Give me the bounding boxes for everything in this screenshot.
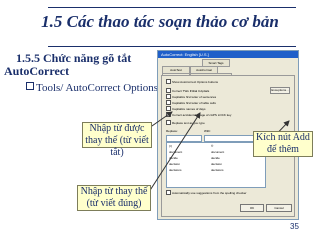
section-heading-line2: AutoCorrect <box>4 64 70 78</box>
checkbox-icon <box>166 79 171 84</box>
replace-label: Replace: <box>166 129 178 133</box>
ok-button[interactable]: OK <box>240 204 264 212</box>
dialog-titlebar: AutoCorrect: English [U.S.] <box>158 51 298 58</box>
option-replace-text[interactable]: Replace text as you type <box>166 120 205 125</box>
callout-add-button: Kích nút Add để thêm <box>253 131 313 157</box>
option-capitalize-sentences[interactable]: Capitalize first letter of sentences <box>166 94 216 99</box>
list-item[interactable]: decisions decisions <box>167 167 265 173</box>
square-bullet-icon <box>26 82 34 90</box>
option-show-buttons[interactable]: Show AutoCorrect Options buttons <box>166 79 218 84</box>
exceptions-button[interactable]: Exceptions... <box>270 87 290 94</box>
checkbox-icon <box>166 190 171 195</box>
bullet-text: Tools/ AutoCorrect Options <box>36 82 159 94</box>
checkbox-icon <box>166 100 171 105</box>
option-caps-lock[interactable]: Correct accidental usage of cAPS LOCK ke… <box>166 112 231 117</box>
option-capitalize-days[interactable]: Capitalize names of days <box>166 106 206 111</box>
option-spelling-suggestions[interactable]: Automatically use suggestions from the s… <box>166 190 247 195</box>
cancel-button[interactable]: Cancel <box>266 204 292 212</box>
with-label: With: <box>204 129 211 133</box>
checkbox-icon <box>166 112 171 117</box>
autocorrect-list[interactable]: (r) ® document document decide decide decis… <box>166 142 266 188</box>
callout-replacement-text: Nhập từ thay thế (từ viết đúng) <box>77 185 151 211</box>
slide-title: 1.5 Các thao tác soạn thảo cơ bản <box>41 12 279 31</box>
option-capitalize-table-cells[interactable]: Capitalize first letter of table cells <box>166 100 216 105</box>
page-number: 35 <box>290 222 299 231</box>
bullet-item: Tools/ AutoCorrect Options <box>26 82 158 94</box>
checkbox-icon <box>166 88 171 93</box>
checkbox-icon <box>166 106 171 111</box>
title-top-rule <box>48 7 296 8</box>
callout-typed-text: Nhập từ được thay thế (từ viết tắt) <box>82 122 152 158</box>
checkbox-icon <box>166 94 171 99</box>
dialog-tabs: Smart Tags AutoText AutoFormat AutoCorre… <box>158 58 298 81</box>
option-two-initial-caps[interactable]: Correct TWo INitial CApitals <box>166 88 209 93</box>
replace-input[interactable] <box>166 135 202 142</box>
section-heading: 1.5.5 Chức năng gõ tắt AutoCorrect <box>4 52 174 78</box>
title-bottom-rule <box>48 46 296 47</box>
checkbox-icon <box>166 120 171 125</box>
